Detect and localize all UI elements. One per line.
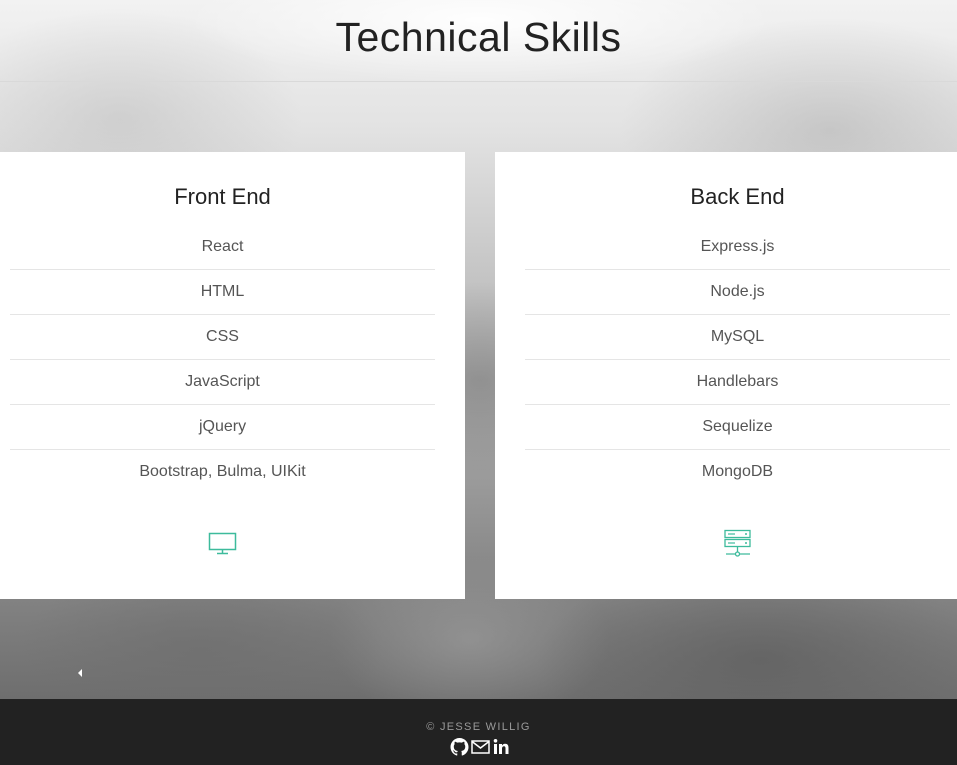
list-item: Node.js xyxy=(525,270,950,315)
back-end-skill-list: Express.js Node.js MySQL Handlebars Sequ… xyxy=(525,225,950,494)
monitor-icon xyxy=(208,532,238,561)
list-item: MongoDB xyxy=(701,463,774,480)
front-end-skill-list: React HTML CSS JavaScript jQuery Bootstr… xyxy=(10,225,435,494)
page-title: Technical Skills xyxy=(335,14,622,60)
list-item: Express.js xyxy=(525,225,950,270)
front-end-title: Front End xyxy=(174,184,271,209)
footer: © JESSE WILLIG xyxy=(0,699,957,765)
list-item: Bootstrap, Bulma, UIKit xyxy=(139,463,306,480)
github-icon[interactable] xyxy=(450,738,469,756)
list-item: React xyxy=(10,225,435,270)
linkedin-icon[interactable] xyxy=(492,738,511,756)
list-item: JavaScript xyxy=(10,360,435,405)
list-item: HTML xyxy=(10,270,435,315)
list-item: Sequelize xyxy=(525,405,950,450)
email-icon[interactable] xyxy=(471,738,490,756)
social-links xyxy=(450,738,511,756)
list-item: MySQL xyxy=(525,315,950,360)
server-icon xyxy=(723,529,753,564)
back-end-title: Back End xyxy=(690,184,785,209)
list-item: jQuery xyxy=(10,405,435,450)
copyright-text: © JESSE WILLIG xyxy=(426,721,531,733)
list-item: Handlebars xyxy=(525,360,950,405)
page-header: Technical Skills xyxy=(0,0,957,82)
background-mark xyxy=(78,669,82,677)
list-item: CSS xyxy=(10,315,435,360)
